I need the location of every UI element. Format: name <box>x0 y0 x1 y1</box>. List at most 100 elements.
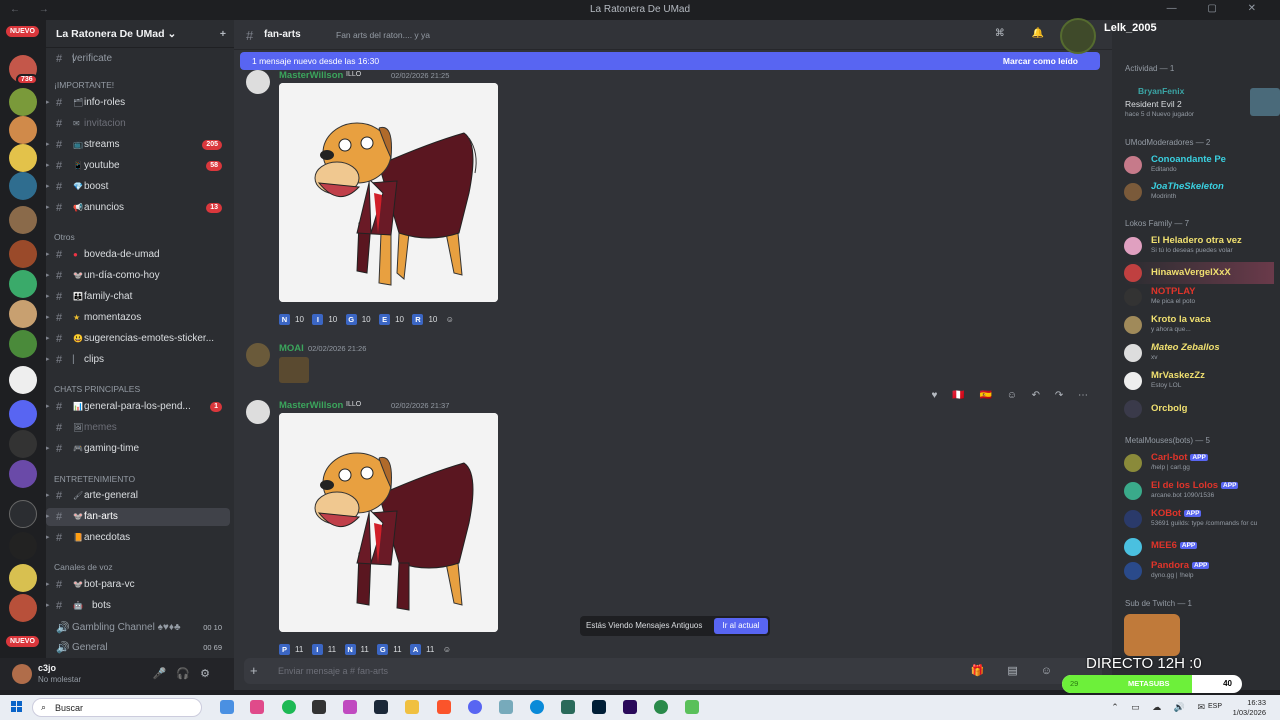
server-icon[interactable] <box>9 144 37 172</box>
channel-info-roles[interactable]: ▸ # 🗂 info-roles <box>46 94 230 112</box>
server-icon[interactable] <box>9 366 37 394</box>
new-messages-bar[interactable]: 1 mensaje nuevo desde las 16:30 Marcar c… <box>240 52 1100 70</box>
fan-art-image[interactable] <box>279 413 498 632</box>
avatar[interactable] <box>246 70 270 94</box>
taskbar-search[interactable]: ⌕ Buscar <box>32 698 202 717</box>
message-composer[interactable]: + Enviar mensaje a # fan-arts 🎁 ▤ ☺ <box>244 658 1102 684</box>
channel-bot-para-vc[interactable]: ▸ # 🐭 bot-para-vc <box>46 576 230 594</box>
user-controls[interactable]: 🎤🎧⚙ <box>153 667 220 680</box>
avatar[interactable] <box>12 664 32 684</box>
channel-sugerencias[interactable]: ▸ # 😃 sugerencias-emotes-sticker... <box>46 330 230 348</box>
channel-arte-general[interactable]: ▸ # 🖌 arte-general <box>46 487 230 505</box>
server-icon[interactable] <box>9 330 37 358</box>
reaction[interactable]: E 10 <box>379 313 404 326</box>
server-icon[interactable] <box>9 270 37 298</box>
message-author[interactable]: MOAI <box>279 343 304 354</box>
add-reaction-icon[interactable]: ☺ <box>443 643 451 656</box>
member-item[interactable]: El de los Lolos APP arcane.bot 1090/1536 <box>1124 480 1274 502</box>
add-user-icon[interactable]: + <box>220 28 226 40</box>
channel-streams[interactable]: ▸ # 📺 streams 205 <box>46 136 230 154</box>
channel-bots[interactable]: ▸ # 🤖 bots <box>46 597 230 615</box>
edge-icon[interactable] <box>530 700 544 714</box>
mark-read-button[interactable]: Marcar como leído <box>1003 56 1078 66</box>
windows-start-icon[interactable] <box>11 701 23 713</box>
server-icon[interactable] <box>9 300 37 328</box>
server-icon[interactable] <box>9 88 37 116</box>
avatar[interactable] <box>246 400 270 424</box>
member-item[interactable]: Orcbolg <box>1124 398 1274 420</box>
channel-family-chat[interactable]: ▸ # 👪 family-chat <box>46 288 230 306</box>
xbox-icon[interactable] <box>654 700 668 714</box>
member-item[interactable]: NOTPLAY Me pica el poto <box>1124 286 1274 308</box>
message-input[interactable]: Enviar mensaje a # fan-arts <box>278 666 388 676</box>
system-tray[interactable]: ⌃ ▭ ☁ 🔊 ✉ <box>1111 702 1210 713</box>
server-icon[interactable] <box>9 564 37 592</box>
app-icon[interactable] <box>561 700 575 714</box>
category-voz[interactable]: Canales de voz <box>54 562 113 572</box>
app-icon[interactable] <box>312 700 326 714</box>
server-icon[interactable] <box>9 430 37 458</box>
reaction[interactable]: P 11 <box>279 643 303 656</box>
spotify-icon[interactable] <box>282 700 296 714</box>
reaction[interactable]: A 11 <box>410 643 434 656</box>
channel-gaming-time[interactable]: ▸ # 🎮 gaming-time <box>46 440 230 458</box>
reaction[interactable]: N 11 <box>344 643 369 656</box>
member-item[interactable]: HinawaVergelXxX <box>1124 262 1274 284</box>
discord-icon[interactable] <box>468 700 482 714</box>
channel-anuncios[interactable]: ▸ # 📢 anuncios 13 <box>46 199 230 217</box>
folder-icon[interactable] <box>405 700 419 714</box>
channel-un-dia[interactable]: ▸ # 🐭 un-día-como-hoy <box>46 267 230 285</box>
channel-youtube[interactable]: ▸ # 📱 youtube 58 <box>46 157 230 175</box>
message-author[interactable]: MasterWillson <box>279 70 343 81</box>
member-item[interactable]: Carl-bot APP/help | carl.gg <box>1124 452 1274 474</box>
server-icon[interactable] <box>9 500 37 528</box>
guild-header[interactable]: La Ratonera De UMad ⌄ + <box>46 20 234 48</box>
message-hover-toolbar[interactable]: ♥ 🇵🇪 🇪🇸 ☺ ↶ ↷ ⋯ <box>932 390 1094 401</box>
activity-card[interactable]: BryanFenix Resident Evil 2 hace 5 d Nuev… <box>1124 86 1280 122</box>
reaction[interactable]: N 10 <box>279 313 304 326</box>
server-icon[interactable] <box>9 400 37 428</box>
message-author[interactable]: MasterWillson <box>279 400 343 411</box>
server-icon[interactable] <box>9 594 37 622</box>
category-entretenimiento[interactable]: ENTRETENIMIENTO <box>54 474 135 484</box>
member-item[interactable]: Conoandante Pe Editando <box>1124 154 1274 176</box>
voice-channel-gambling[interactable]: 🔊 Gambling Channel ♠♥♦♣ 00 10 <box>46 619 230 637</box>
app-icon[interactable] <box>343 700 357 714</box>
channel-memes[interactable]: # 🖼 memes <box>46 419 230 437</box>
fan-art-image[interactable] <box>279 83 498 302</box>
photoshop-icon[interactable] <box>592 700 606 714</box>
header-tools[interactable]: ⌘ 🔔 <box>995 28 1056 39</box>
channel-boost[interactable]: ▸ # 💎 boost <box>46 178 230 196</box>
member-item[interactable]: El Heladero otra vez Si tú lo deseas pued… <box>1124 235 1274 257</box>
server-icon[interactable] <box>9 532 37 560</box>
channel-momentazos[interactable]: ▸ # ★ momentazos <box>46 309 230 327</box>
server-icon[interactable] <box>9 116 37 144</box>
channel-general[interactable]: ▸ # 📊 general-para-los-pend... 1 <box>46 398 230 416</box>
channel-invitacion[interactable]: # ✉ invitacion <box>46 115 230 133</box>
category-importante[interactable]: ¡IMPORTANTE! <box>54 80 114 90</box>
app-icon[interactable] <box>685 700 699 714</box>
category-otros[interactable]: Otros <box>54 232 75 242</box>
attach-plus-icon[interactable]: + <box>250 663 258 678</box>
channel-verificate[interactable]: # ▏ verificate <box>46 50 230 68</box>
member-item[interactable]: MEE6 APP <box>1124 536 1274 558</box>
steam-icon[interactable] <box>374 700 388 714</box>
composer-tools[interactable]: 🎁 ▤ ☺ <box>971 664 1062 677</box>
copilot-icon[interactable] <box>220 700 234 714</box>
add-reaction-icon[interactable]: ☺ <box>446 313 454 326</box>
jump-to-present-button[interactable]: Ir al actual <box>714 618 768 634</box>
member-item[interactable]: JoaTheSkeleton Modrinth <box>1124 181 1274 203</box>
server-icon[interactable] <box>9 206 37 234</box>
category-chats-principales[interactable]: CHATS PRINCIPALES <box>54 384 140 394</box>
avatar[interactable] <box>246 343 270 367</box>
reaction[interactable]: G 11 <box>377 643 402 656</box>
sticker-image[interactable] <box>279 357 309 383</box>
member-item[interactable]: MrVaskezZz Estoy LOL <box>1124 370 1274 392</box>
member-item[interactable]: KOBot APP 53691 guilds: type /commands for… <box>1124 508 1274 530</box>
brave-icon[interactable] <box>437 700 451 714</box>
channel-fan-arts[interactable]: ▸ # 🐭 fan-arts <box>46 508 230 526</box>
window-controls[interactable]: — ▢ ✕ <box>1167 3 1270 14</box>
member-item[interactable]: Pandora APP dyno.gg | !help <box>1124 560 1274 582</box>
channel-anecdotas[interactable]: ▸ # 📙 anecdotas <box>46 529 230 547</box>
taskbar-clock[interactable]: 16:33 1/03/2026 <box>1233 698 1266 718</box>
